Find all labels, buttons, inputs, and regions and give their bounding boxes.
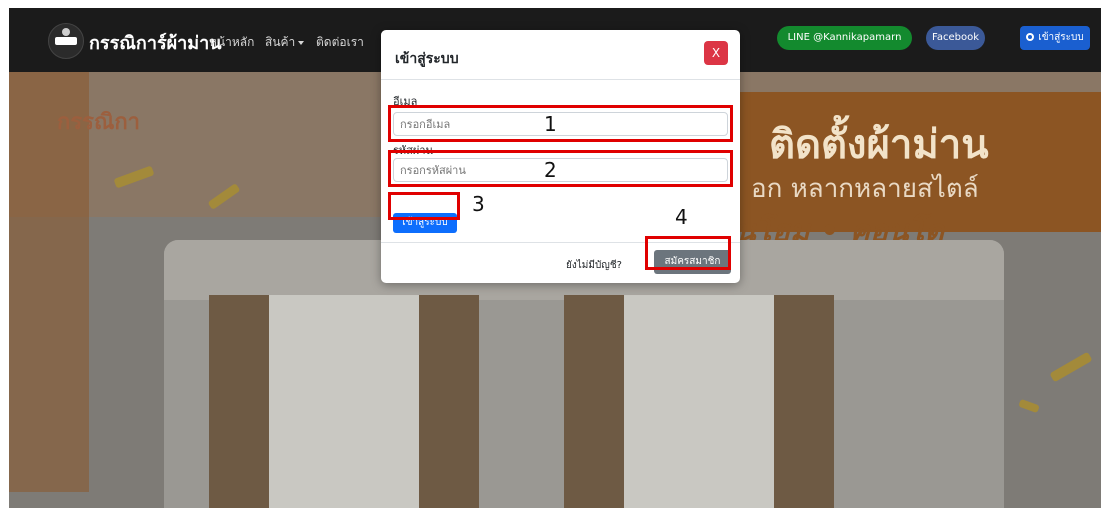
browser-viewport: กรรณิการ์ผ้าม่าน หน้าหลัก สินค้า ติดต่อเ… <box>9 8 1101 508</box>
modal-header: เข้าสู่ระบบ X <box>381 30 740 80</box>
curtain-panel <box>564 295 624 508</box>
nav-link-products[interactable]: สินค้า <box>265 33 305 52</box>
nav-login-button[interactable]: เข้าสู่ระบบ <box>1020 26 1090 50</box>
nav-link-products-label: สินค้า <box>265 35 296 49</box>
curtain-panel <box>209 295 269 508</box>
line-button[interactable]: LINE @Kannikapamarn <box>777 26 912 50</box>
hero-logo-text: กรรณิกา <box>57 110 141 135</box>
annotation-number-4: 4 <box>675 205 688 229</box>
key-icon <box>1026 33 1035 41</box>
nav-login-label: เข้าสู่ระบบ <box>1038 32 1084 43</box>
annotation-number-3: 3 <box>472 192 485 216</box>
chevron-down-icon <box>298 40 305 45</box>
modal-title: เข้าสู่ระบบ <box>395 51 459 67</box>
hero-subtitle: อก หลากหลายสไตล์ <box>751 174 979 204</box>
confetti-decoration <box>1018 398 1040 414</box>
close-button[interactable]: X <box>704 41 728 65</box>
annotation-number-2: 2 <box>544 158 557 182</box>
curtain-panel <box>419 295 479 508</box>
sheer-curtain <box>624 295 774 508</box>
nav-link-home[interactable]: หน้าหลัก <box>209 33 254 52</box>
curtain-panel <box>774 295 834 508</box>
hero-title: ติดตั้งผ้าม่าน <box>769 122 989 168</box>
no-account-text: ยังไม่มีบัญชี? <box>566 260 622 271</box>
nav-link-contact[interactable]: ติดต่อเรา <box>316 33 364 52</box>
logo-plate <box>55 37 77 45</box>
confetti-decoration <box>1049 351 1093 383</box>
annotation-box-password <box>388 150 733 187</box>
annotation-box-submit <box>388 192 460 220</box>
brand-name[interactable]: กรรณิการ์ผ้าม่าน <box>89 28 222 57</box>
facebook-button[interactable]: Facebook <box>926 26 985 50</box>
logo-figure <box>62 28 70 36</box>
sheer-curtain <box>269 295 419 508</box>
annotation-box-register <box>645 236 731 270</box>
annotation-box-email <box>388 105 733 142</box>
annotation-number-1: 1 <box>544 112 557 136</box>
brand-logo-icon[interactable] <box>48 23 84 59</box>
